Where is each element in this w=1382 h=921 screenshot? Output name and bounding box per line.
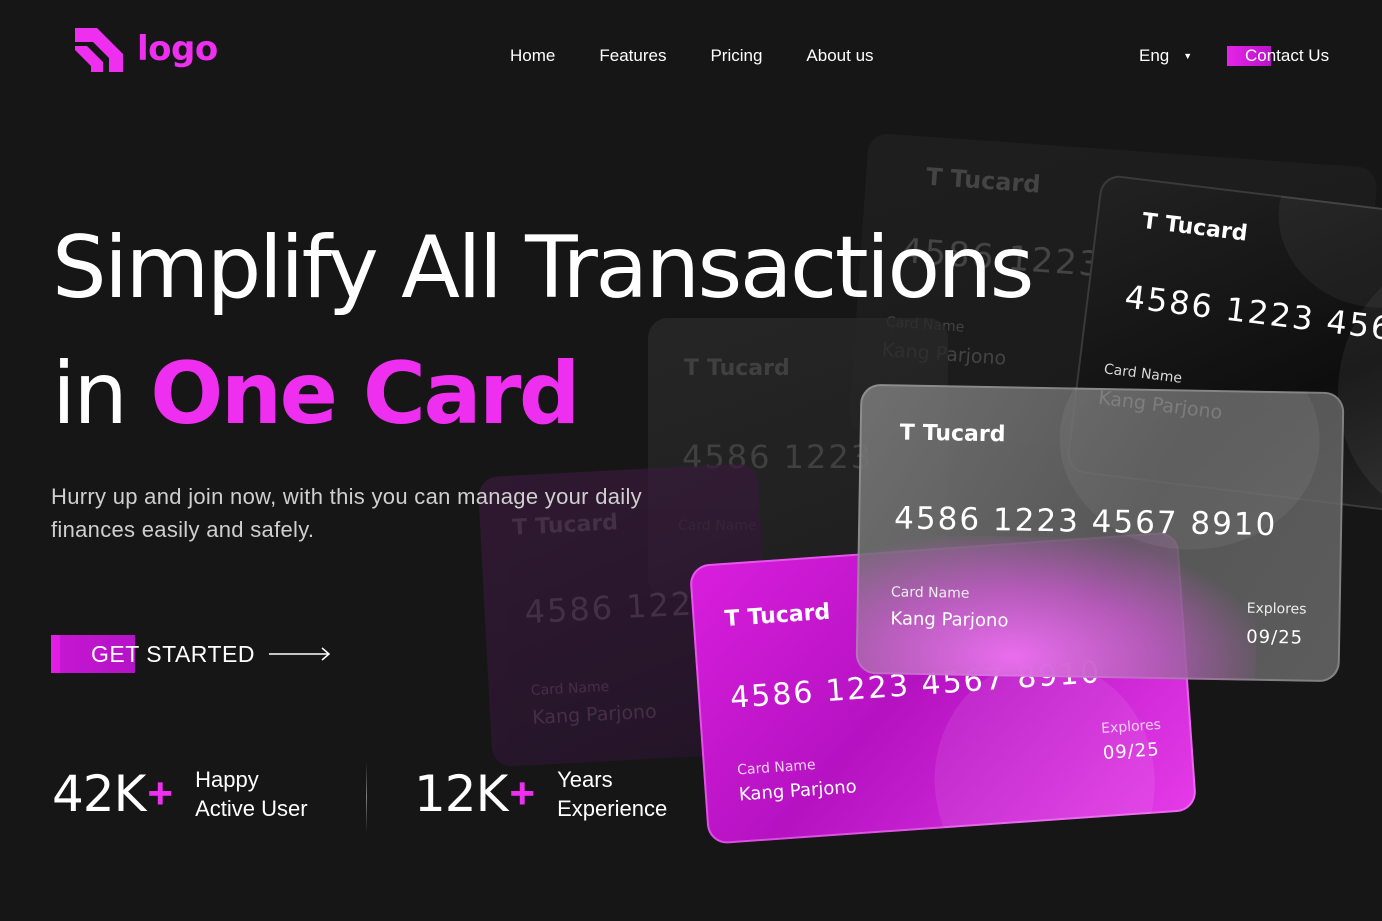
nav-features[interactable]: Features (599, 46, 666, 66)
stat-divider (366, 762, 367, 832)
card-brand: T Tucard (925, 163, 1041, 199)
stat-label-line1: Happy (195, 767, 259, 792)
card-brand: T Tucard (1141, 209, 1249, 247)
tucard-icon: T (1140, 208, 1159, 236)
card-name-value: Kang Parjono (531, 700, 658, 729)
hero-subtitle: Hurry up and join now, with this you can… (51, 484, 642, 542)
hero-title-line1: Simplify All Transactions (52, 218, 1034, 318)
language-selector[interactable]: Eng ▼ (1139, 46, 1192, 66)
caret-down-icon: ▼ (1183, 51, 1193, 61)
card-brand-label: Tucard (949, 164, 1042, 199)
arrow-right-icon (268, 647, 331, 661)
stat-value: 42K (52, 765, 146, 823)
card-name-label: Card Name (1103, 361, 1183, 387)
card-name-label: Card Name (530, 678, 610, 700)
card-name-value: Kang Parjono (890, 608, 1009, 632)
get-started-label: GET STARTED (91, 641, 255, 667)
explores-value: 09/25 (1102, 739, 1161, 764)
contact-us-label: Contact Us (1245, 46, 1330, 65)
card-name-label: Card Name (736, 757, 817, 779)
nav-home[interactable]: Home (510, 46, 555, 66)
card-brand: T Tucard (724, 600, 831, 632)
card-glow (855, 533, 1258, 683)
logo-icon (75, 28, 123, 72)
hero-title: Simplify All Transactions in One Card (52, 205, 1034, 457)
main-nav: Home Features Pricing About us (510, 46, 874, 66)
card-brand-label: Tucard (746, 599, 832, 631)
contact-us-button[interactable]: Contact Us (1227, 46, 1329, 66)
stat-label: Years Experience (557, 765, 667, 823)
card-name-label: Card Name (890, 584, 970, 602)
stat-label: Happy Active User (195, 765, 307, 823)
stat-label-line2: Active User (195, 796, 308, 821)
logo[interactable]: logo (73, 24, 218, 74)
stat-value: 12K (414, 765, 508, 823)
logo-text: logo (137, 29, 218, 69)
plus-icon: + (147, 769, 174, 818)
language-label: Eng (1139, 46, 1170, 65)
card-brand-label: Tucard (1163, 211, 1249, 247)
stat-happy-users: 42K + Happy Active User (52, 765, 308, 823)
explores-label: Explores (1100, 716, 1162, 738)
get-started-button[interactable]: GET STARTED (51, 635, 331, 673)
hero-title-accent: One Card (150, 344, 580, 444)
hero-title-prefix: in (52, 344, 128, 444)
card-number: 4586 1223 4567 8910 (893, 500, 1278, 544)
card-number: 4586 1223 (523, 583, 717, 632)
explores-label: Explores (1246, 600, 1307, 618)
plus-icon: + (509, 769, 536, 818)
stat-label-line2: Experience (557, 796, 668, 821)
stat-label-line1: Years (557, 767, 613, 792)
nav-pricing[interactable]: Pricing (710, 46, 762, 66)
tucard-icon: T (723, 606, 741, 633)
tucard-icon: T (925, 162, 944, 192)
card-name-value: Kang Parjono (738, 776, 858, 806)
stat-years-experience: 12K + Years Experience (414, 765, 667, 823)
explores-value: 09/25 (1246, 626, 1304, 649)
nav-about-us[interactable]: About us (806, 46, 873, 66)
